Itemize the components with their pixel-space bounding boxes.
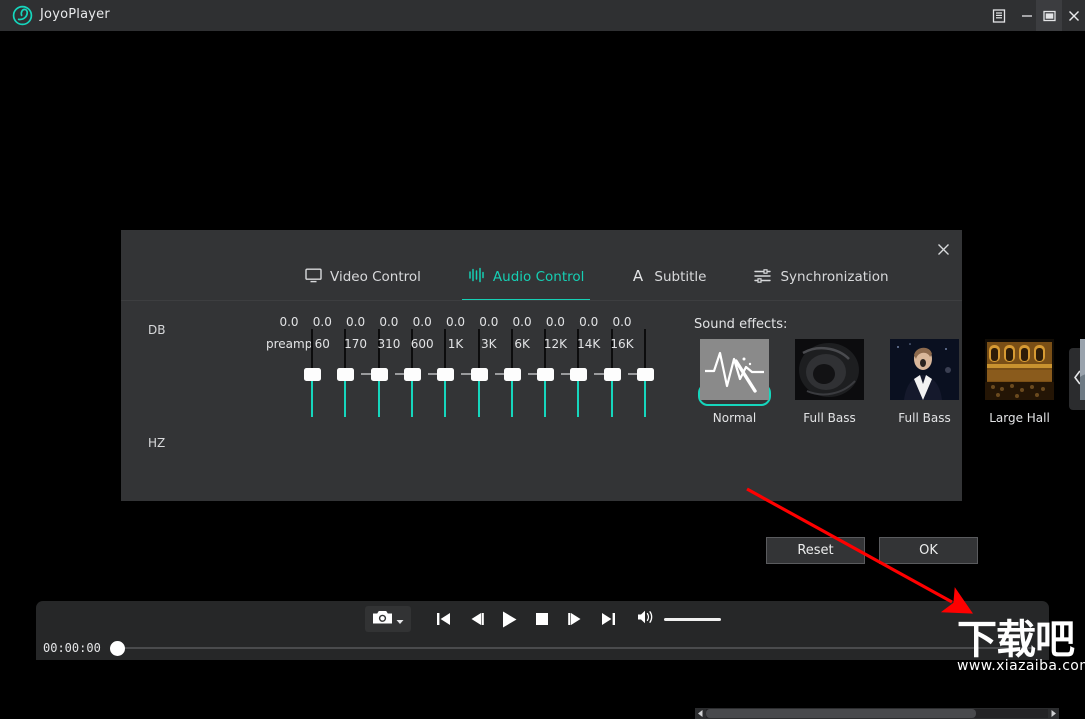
sliders-icon (754, 268, 772, 287)
slider-thumb[interactable] (570, 368, 587, 381)
sound-effect-item[interactable]: Large Hall (983, 339, 1056, 425)
seek-track (110, 647, 1035, 649)
slider-thumb[interactable] (437, 368, 454, 381)
arrow-left-icon[interactable] (695, 708, 706, 719)
sound-effect-label: Normal (698, 411, 771, 425)
scrollbar-thumb[interactable] (706, 709, 976, 718)
volume-slider[interactable] (664, 618, 721, 621)
eq-band-16k[interactable]: 0.0 16K (599, 315, 645, 351)
slider-thumb[interactable] (604, 368, 621, 381)
slider-lower-track (411, 379, 413, 417)
slider-upper-track (644, 329, 646, 373)
sound-effect-label: Full Bass (793, 411, 866, 425)
dialog-tabs: Video Control Audio Control (121, 257, 962, 297)
dialog-button-row: Reset OK (121, 526, 962, 572)
sound-effect-item[interactable]: Full Bass (793, 339, 866, 425)
watermark-text: 下载吧 (957, 620, 1085, 660)
sound-effect-item[interactable]: Normal (698, 339, 771, 425)
tab-label: Video Control (330, 269, 421, 285)
volume-control[interactable] (637, 609, 721, 629)
scrollbar-track[interactable] (706, 709, 1048, 718)
singer-thumbnail[interactable] (888, 383, 961, 406)
equalizer-icon (468, 267, 485, 287)
menu-list-icon[interactable] (986, 0, 1012, 31)
maximize-icon[interactable] (1036, 0, 1062, 31)
slider-lower-track (311, 379, 313, 417)
band-value: 0.0 (599, 315, 645, 329)
video-stage: Video Control Audio Control (0, 31, 1085, 644)
caret-down-icon[interactable] (396, 610, 404, 629)
letter-a-icon: A (630, 267, 646, 287)
slider-lower-track (378, 379, 380, 417)
play-button[interactable] (493, 604, 526, 634)
concert-hall-thumbnail[interactable] (983, 383, 1056, 406)
db-axis-label: DB (148, 323, 165, 337)
slider-thumb[interactable] (504, 368, 521, 381)
stop-button[interactable] (526, 604, 559, 634)
sound-effect-label: Full Bass (888, 411, 961, 425)
audio-control-dialog: Video Control Audio Control (121, 230, 962, 501)
reset-button[interactable]: Reset (766, 537, 865, 564)
tab-audio-control[interactable]: Audio Control (468, 257, 584, 297)
slider-thumb[interactable] (371, 368, 388, 381)
ok-button[interactable]: OK (879, 537, 978, 564)
snapshot-button[interactable] (365, 606, 411, 632)
pop-singer-thumbnail[interactable] (1078, 383, 1085, 406)
player-control-bar: 00:00:00 (36, 601, 1049, 660)
sound-effect-item[interactable]: Full Bass (888, 339, 961, 425)
slider-lower-track (644, 379, 646, 417)
watermark: 下载吧 www.xiazaiba.com (957, 620, 1085, 675)
close-icon[interactable] (1062, 0, 1085, 31)
sound-effects-list: Normal Full Bass Full Bass Large Hall Pop (698, 339, 1085, 425)
camera-icon (372, 609, 393, 629)
tab-label: Synchronization (780, 269, 888, 285)
seek-slider[interactable] (110, 639, 1035, 657)
tab-label: Audio Control (493, 269, 584, 285)
title-bar: JoyoPlayer (0, 0, 1085, 31)
volume-icon[interactable] (637, 609, 656, 629)
sound-effect-label: Pop (1078, 411, 1085, 425)
slider-thumb[interactable] (337, 368, 354, 381)
slider-thumb[interactable] (637, 368, 654, 381)
tab-synchronization[interactable]: Synchronization (754, 257, 888, 297)
slider-lower-track (444, 379, 446, 417)
sound-effects-scrollbar[interactable] (695, 708, 1059, 719)
next-button[interactable] (592, 604, 625, 634)
sound-effect-label: Large Hall (983, 411, 1056, 425)
equalizer-panel: DB HZ 0.0preamp0.0600.01700.03100.06000.… (121, 301, 962, 501)
tab-label: Subtitle (654, 269, 706, 285)
hz-axis-label: HZ (148, 436, 165, 450)
slider-thumb[interactable] (471, 368, 488, 381)
joyo-swirl-logo-icon (12, 5, 33, 26)
step-forward-button[interactable] (559, 604, 592, 634)
slider-lower-track (577, 379, 579, 417)
waveform-wand-thumbnail[interactable] (698, 383, 771, 406)
app-title: JoyoPlayer (40, 7, 110, 22)
seek-row: 00:00:00 (36, 636, 1049, 660)
watermark-url: www.xiazaiba.com (957, 658, 1085, 674)
svg-text:A: A (633, 267, 644, 283)
speaker-thumbnail[interactable] (793, 383, 866, 406)
seek-thumb[interactable] (110, 641, 125, 656)
slider-lower-track (511, 379, 513, 417)
previous-button[interactable] (427, 604, 460, 634)
arrow-right-icon[interactable] (1048, 708, 1059, 719)
transport-controls (36, 601, 1049, 637)
slider-thumb[interactable] (537, 368, 554, 381)
timecode-label: 00:00:00 (43, 641, 101, 655)
step-backward-button[interactable] (460, 604, 493, 634)
tab-video-control[interactable]: Video Control (305, 257, 421, 297)
band-frequency-label: 16K (599, 337, 645, 351)
tab-subtitle[interactable]: A Subtitle (630, 257, 706, 297)
slider-lower-track (611, 379, 613, 417)
slider-lower-track (544, 379, 546, 417)
monitor-icon (305, 268, 322, 287)
sound-effect-item[interactable]: Pop (1078, 339, 1085, 425)
sound-effects-title: Sound effects: (694, 317, 787, 332)
slider-thumb[interactable] (404, 368, 421, 381)
slider-lower-track (478, 379, 480, 417)
slider-thumb[interactable] (304, 368, 321, 381)
slider-lower-track (344, 379, 346, 417)
